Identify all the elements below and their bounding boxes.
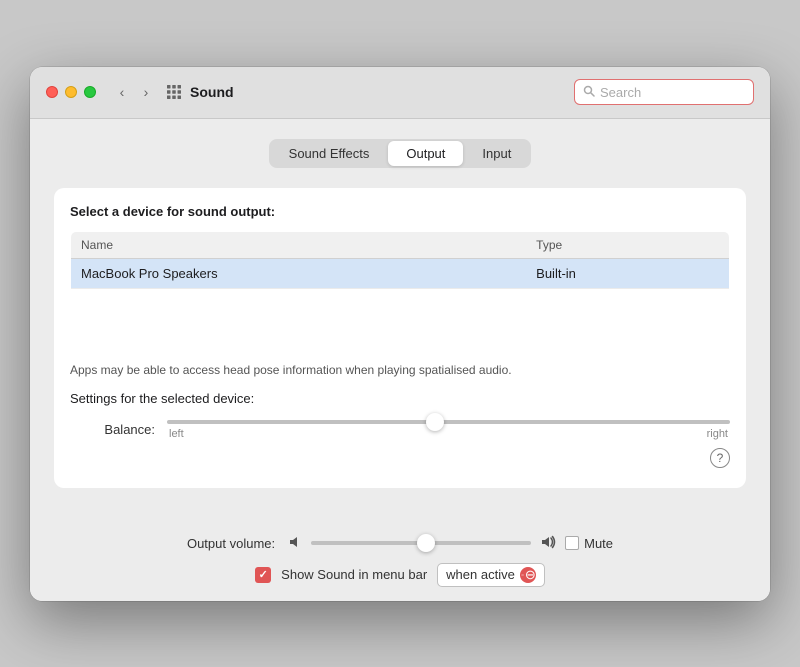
help-button[interactable]: ? <box>710 448 730 468</box>
search-placeholder: Search <box>600 85 641 100</box>
output-panel: Select a device for sound output: Name T… <box>54 188 746 488</box>
grid-icon[interactable] <box>166 84 182 100</box>
balance-slider-container: left right <box>167 420 730 440</box>
tab-output[interactable]: Output <box>388 141 463 166</box>
col-name-header: Name <box>71 231 527 258</box>
device-table: Name Type MacBook Pro Speakers Built-in <box>70 231 730 349</box>
device-name: MacBook Pro Speakers <box>71 258 527 288</box>
table-row[interactable]: MacBook Pro Speakers Built-in <box>71 258 730 288</box>
when-active-icon <box>520 567 536 583</box>
panel-title: Select a device for sound output: <box>70 204 730 219</box>
table-empty-row <box>71 288 730 348</box>
title-bar: ‹ › Sound Searc <box>30 67 770 119</box>
maximize-button[interactable] <box>84 86 96 98</box>
main-window: ‹ › Sound Searc <box>30 67 770 601</box>
tabs-wrapper: Sound Effects Output Input <box>54 139 746 168</box>
content-area: Sound Effects Output Input Select a devi… <box>30 119 770 524</box>
search-icon <box>583 85 595 100</box>
volume-high-icon <box>539 534 557 553</box>
show-sound-checkbox[interactable] <box>255 567 271 583</box>
info-text: Apps may be able to access head pose inf… <box>70 361 730 379</box>
balance-track[interactable] <box>167 420 730 424</box>
balance-label: Balance: <box>90 422 155 437</box>
volume-low-icon <box>287 534 303 553</box>
volume-slider[interactable] <box>311 541 531 545</box>
col-extra-header <box>700 231 730 258</box>
search-box[interactable]: Search <box>574 79 754 105</box>
close-button[interactable] <box>46 86 58 98</box>
minimize-button[interactable] <box>65 86 77 98</box>
balance-thumb[interactable] <box>426 413 444 431</box>
traffic-lights <box>46 86 96 98</box>
volume-row: Output volume: Mute <box>46 534 754 553</box>
balance-right-label: right <box>707 428 728 440</box>
device-type: Built-in <box>526 258 699 288</box>
balance-labels: left right <box>167 428 730 440</box>
device-extra <box>700 258 730 288</box>
when-active-label: when active <box>446 567 515 582</box>
show-sound-label: Show Sound in menu bar <box>281 567 427 582</box>
table-header: Name Type <box>71 231 730 258</box>
mute-label: Mute <box>584 536 613 551</box>
volume-label: Output volume: <box>187 536 275 551</box>
col-type-header: Type <box>526 231 699 258</box>
balance-left-label: left <box>169 428 184 440</box>
forward-button[interactable]: › <box>136 82 156 102</box>
back-button[interactable]: ‹ <box>112 82 132 102</box>
volume-thumb[interactable] <box>417 534 435 552</box>
settings-label: Settings for the selected device: <box>70 391 730 406</box>
tab-input[interactable]: Input <box>464 141 529 166</box>
when-active-button[interactable]: when active <box>437 563 545 587</box>
bottom-bar: Output volume: Mute <box>30 524 770 601</box>
balance-row: Balance: left right <box>70 420 730 440</box>
mute-container: Mute <box>565 536 613 551</box>
window-title: Sound <box>190 84 234 100</box>
nav-arrows: ‹ › <box>112 82 156 102</box>
help-row: ? <box>70 444 730 472</box>
bottom-options-row: Show Sound in menu bar when active <box>46 563 754 587</box>
tab-sound-effects[interactable]: Sound Effects <box>271 141 388 166</box>
tabs: Sound Effects Output Input <box>269 139 532 168</box>
mute-checkbox[interactable] <box>565 536 579 550</box>
